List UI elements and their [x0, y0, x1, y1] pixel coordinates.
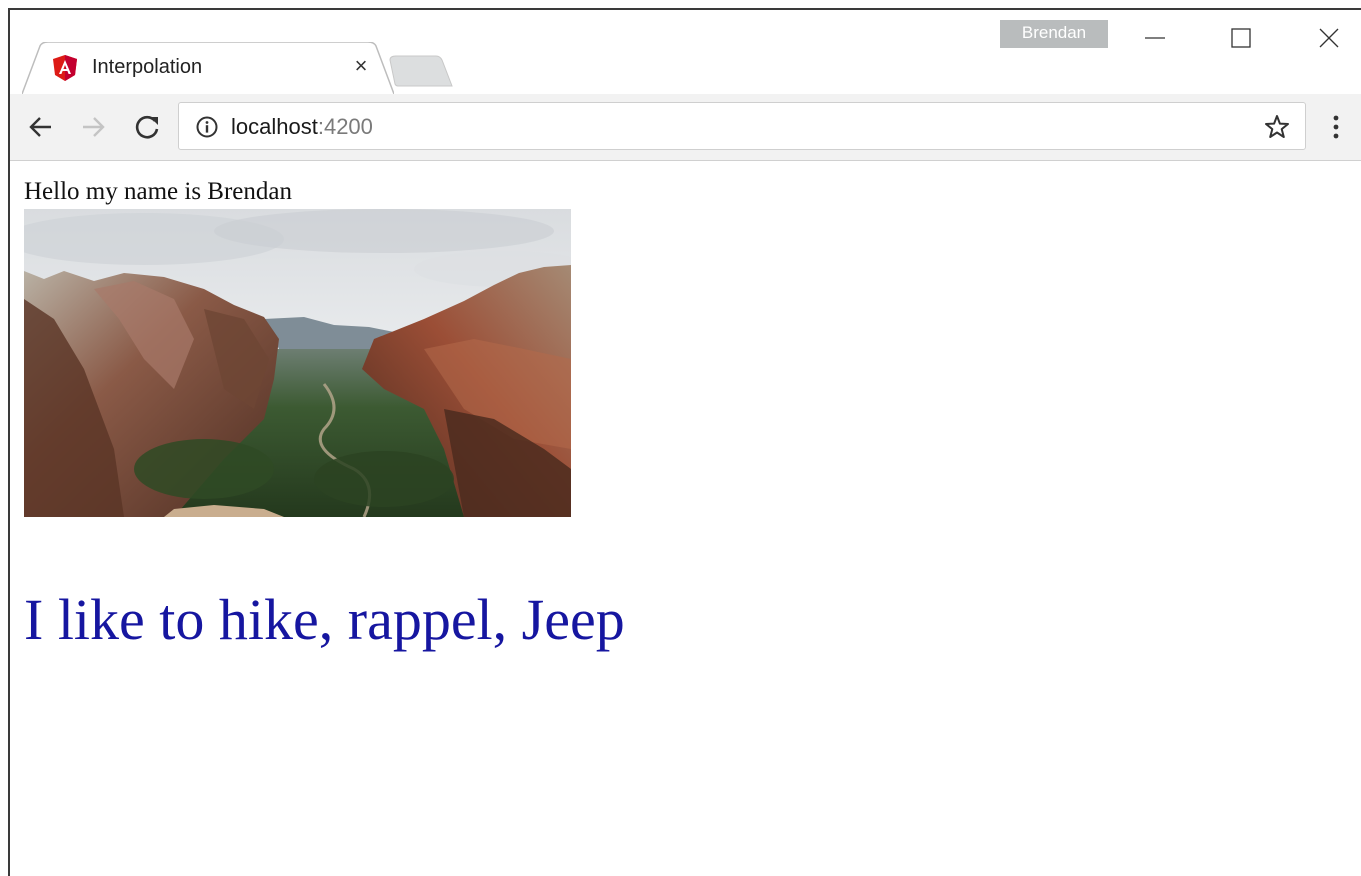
address-bar[interactable]: localhost:4200 [178, 102, 1306, 150]
tab-title: Interpolation [92, 56, 203, 78]
close-icon[interactable] [1306, 20, 1352, 56]
angular-icon [53, 55, 77, 81]
info-icon[interactable] [195, 115, 219, 139]
reload-icon[interactable] [128, 108, 166, 146]
back-arrow-icon[interactable] [22, 108, 60, 146]
forward-arrow-icon[interactable] [74, 108, 112, 146]
url-text[interactable]: localhost:4200 [231, 114, 373, 140]
url-port: :4200 [317, 114, 373, 139]
canyon-photo [24, 209, 571, 517]
browser-toolbar: localhost:4200 [10, 94, 1361, 161]
url-host: localhost [231, 114, 318, 139]
star-icon[interactable] [1263, 113, 1291, 141]
tab-strip: Interpolation × Brendan [10, 10, 1361, 94]
kebab-menu-icon[interactable] [1326, 112, 1346, 142]
page-content: Hello my name is Brendan I like to hike,… [10, 161, 1361, 876]
new-tab-button[interactable] [388, 54, 454, 88]
maximize-icon[interactable] [1218, 20, 1264, 56]
minimize-icon[interactable] [1132, 20, 1178, 56]
greeting-text: Hello my name is Brendan [24, 178, 292, 205]
browser-window: Interpolation × Brendan localhost:4200 H… [8, 8, 1361, 876]
hobbies-text: I like to hike, rappel, Jeep [24, 587, 625, 652]
tab-close-icon[interactable]: × [347, 52, 375, 80]
profile-badge[interactable]: Brendan [1000, 20, 1108, 48]
tab-interpolation[interactable]: Interpolation × [22, 42, 394, 94]
